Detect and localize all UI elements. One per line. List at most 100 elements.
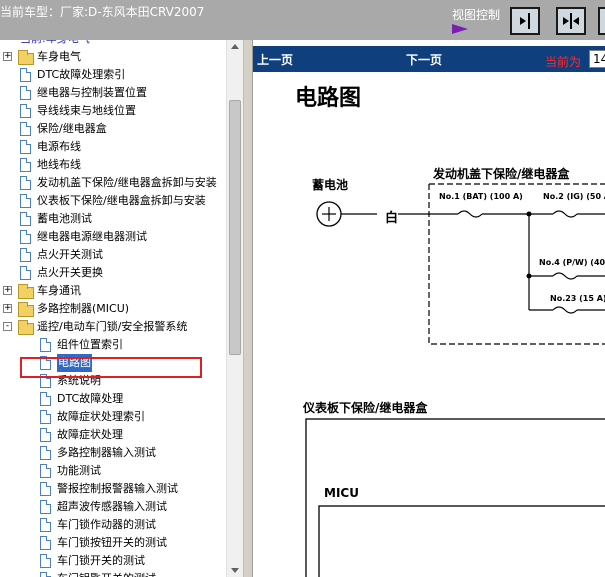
tree-item-label[interactable]: 蓄电池测试 (37, 210, 92, 228)
tree-item-label[interactable]: DTC故障处理索引 (37, 66, 125, 84)
tree-item[interactable]: 地线布线 (0, 156, 226, 174)
tree-item-label[interactable]: 点火开关测试 (37, 246, 103, 264)
tree-item[interactable]: 点火开关测试 (0, 246, 226, 264)
tree-item-label[interactable]: 点火开关更换 (37, 264, 103, 282)
tree-item[interactable]: 故障症状处理索引 (0, 408, 226, 426)
collapse-left-button[interactable] (510, 7, 540, 35)
collapse-right-button[interactable] (598, 7, 605, 35)
view-control-label: 视图控制 (452, 8, 501, 22)
tree-item-label[interactable]: 车身电气 (37, 48, 81, 66)
tree-item-label[interactable]: 车身通讯 (37, 282, 81, 300)
vehicle-label: 当前车型：厂家:D-东风本田CRV2007 (0, 5, 205, 19)
tree-item-label[interactable]: 多路控制器输入测试 (57, 444, 156, 462)
tree-item-label[interactable]: 发动机盖下保险/继电器盒拆卸与安装 (37, 174, 217, 192)
tree-item[interactable]: 继电器与控制装置位置 (0, 84, 226, 102)
next-page-link[interactable]: 下一页 (406, 51, 442, 68)
tree-scrollbar[interactable] (226, 40, 243, 577)
document-icon (20, 230, 31, 244)
tree-item[interactable]: 保险/继电器盒 (0, 120, 226, 138)
expand-icon[interactable]: + (3, 304, 12, 313)
tree-item-label[interactable]: 故障症状处理索引 (57, 408, 145, 426)
tree-item-label[interactable]: DTC故障处理 (57, 390, 123, 408)
document-icon (40, 554, 51, 568)
pane-splitter[interactable] (243, 40, 253, 577)
tree-item[interactable]: 车门钥匙开关的测试 (0, 570, 226, 577)
tree-item-label[interactable]: 地线布线 (37, 156, 81, 174)
tree-item-label[interactable]: 仪表板下保险/继电器盒拆卸与安装 (37, 192, 206, 210)
tree-item[interactable]: 电源布线 (0, 138, 226, 156)
tree-item-label[interactable]: 功能测试 (57, 462, 101, 480)
battery-label: 蓄电池 (312, 178, 349, 192)
tree-item-label[interactable]: 车门锁开关的测试 (57, 552, 145, 570)
tree-item-label[interactable]: 遥控/电动车门锁/安全报警系统 (37, 318, 187, 336)
tree-item[interactable]: 警报控制报警器输入测试 (0, 480, 226, 498)
tree-item[interactable]: 继电器电源继电器测试 (0, 228, 226, 246)
tree-item[interactable]: 超声波传感器输入测试 (0, 498, 226, 516)
folder-icon (18, 302, 34, 317)
scroll-up-icon[interactable] (231, 44, 239, 49)
document-icon (40, 518, 51, 532)
document-icon (20, 194, 31, 208)
dash-fuse-box-label: 仪表板下保险/继电器盒 (303, 401, 428, 415)
view-control-arrow-icon[interactable] (452, 24, 468, 34)
tree-item-label[interactable]: 多路控制器(MICU) (37, 300, 129, 318)
tree-item[interactable]: 故障症状处理 (0, 426, 226, 444)
document-icon (20, 86, 31, 100)
document-icon (20, 212, 31, 226)
document-icon (40, 410, 51, 424)
tree-item[interactable]: 功能测试 (0, 462, 226, 480)
tree-item-label[interactable]: 继电器与控制装置位置 (37, 84, 147, 102)
document-icon (20, 122, 31, 136)
scroll-thumb[interactable] (229, 100, 241, 355)
tree-item[interactable]: - 遥控/电动车门锁/安全报警系统 (0, 318, 226, 336)
tree-item-label[interactable]: 车门钥匙开关的测试 (57, 570, 156, 577)
tree-item[interactable]: 组件位置索引 (0, 336, 226, 354)
page-number-input[interactable]: 14 (589, 50, 605, 68)
expand-icon[interactable]: + (3, 52, 12, 61)
current-page-label: 当前为 (545, 55, 582, 69)
expand-icon[interactable]: + (3, 286, 12, 295)
tree-item-label[interactable]: 故障症状处理 (57, 426, 123, 444)
tree-item-label[interactable]: 组件位置索引 (57, 336, 123, 354)
tree-item[interactable]: 点火开关更换 (0, 264, 226, 282)
tree-item[interactable]: 蓄电池测试 (0, 210, 226, 228)
tree-item-label[interactable]: 车门锁作动器的测试 (57, 516, 156, 534)
navigation-tree: 当前:车身电气 + 车身电气DTC故障处理索引继电器与控制装置位置导线线束与地线位… (0, 40, 226, 577)
tree-item[interactable]: DTC故障处理索引 (0, 66, 226, 84)
document-icon (40, 392, 51, 406)
tree-item[interactable]: 发动机盖下保险/继电器盒拆卸与安装 (0, 174, 226, 192)
folder-icon (18, 50, 34, 65)
tree-item[interactable]: 导线线束与地线位置 (0, 102, 226, 120)
tree-item[interactable]: 车门锁开关的测试 (0, 552, 226, 570)
tree-item[interactable]: 车门锁作动器的测试 (0, 516, 226, 534)
tree-item-label[interactable]: 车门锁按钮开关的测试 (57, 534, 167, 552)
tree-item-label[interactable]: 电源布线 (37, 138, 81, 156)
fuse-2-label: No.2 (IG) (50 A (543, 192, 605, 201)
tree-item[interactable]: 仪表板下保险/继电器盒拆卸与安装 (0, 192, 226, 210)
prev-page-link[interactable]: 上一页 (257, 51, 293, 68)
split-view-button[interactable] (556, 7, 586, 35)
panel-right-icon (520, 13, 530, 29)
fuse-4-label: No.4 (P/W) (40 A (539, 258, 605, 267)
tree-item[interactable]: + 多路控制器(MICU) (0, 300, 226, 318)
tree-item-label[interactable]: 超声波传感器输入测试 (57, 498, 167, 516)
document-icon (40, 572, 51, 577)
tree-item[interactable]: DTC故障处理 (0, 390, 226, 408)
tree-item-label[interactable]: 导线线束与地线位置 (37, 102, 136, 120)
fuse-box-label: 发动机盖下保险/继电器盒 (433, 167, 570, 181)
tree-item-label[interactable]: 继电器电源继电器测试 (37, 228, 147, 246)
scroll-down-icon[interactable] (231, 568, 239, 573)
document-icon (20, 104, 31, 118)
wire-color-label: 白 (385, 211, 399, 226)
tree-item-label[interactable]: 保险/继电器盒 (37, 120, 107, 138)
tree-partial-item[interactable]: 当前:车身电气 (20, 40, 90, 48)
tree-item-label[interactable]: 警报控制报警器输入测试 (57, 480, 178, 498)
folder-icon (18, 284, 34, 299)
tree-item[interactable]: + 车身电气 (0, 48, 226, 66)
tree-item[interactable]: 多路控制器输入测试 (0, 444, 226, 462)
tree-item[interactable]: + 车身通讯 (0, 282, 226, 300)
collapse-icon[interactable]: - (3, 322, 12, 331)
top-bar: 当前车型：厂家:D-东风本田CRV2007 视图控制 (0, 0, 605, 40)
document-icon (40, 500, 51, 514)
tree-item[interactable]: 车门锁按钮开关的测试 (0, 534, 226, 552)
